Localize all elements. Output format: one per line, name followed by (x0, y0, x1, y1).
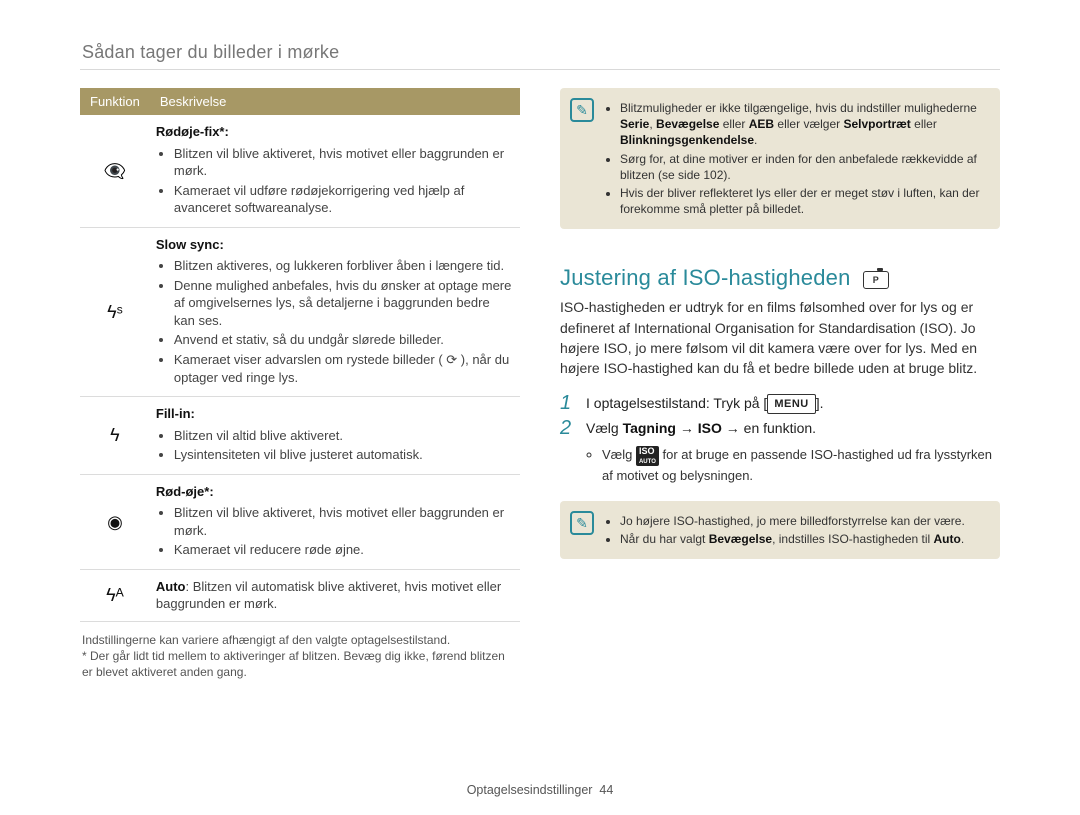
function-heading: Rød-øje*: (156, 484, 214, 499)
function-heading: Fill-in: (156, 406, 195, 421)
function-description: Slow sync: Blitzen aktiveres, og lukkeren… (150, 227, 520, 396)
function-icon: ϟ (80, 397, 150, 475)
step-bold: Tagning (623, 420, 676, 436)
divider (80, 69, 1000, 70)
table-row: ϟᴬAuto: Blitzen vil automatisk blive akt… (80, 569, 520, 621)
procedure-steps: 1 I optagelsestilstand: Tryk på [MENU]. … (560, 393, 1000, 488)
function-heading: Rødøje-fix*: (156, 124, 229, 139)
table-row: ϟ Fill-in: Blitzen vil altid blive aktiver… (80, 397, 520, 475)
info-item: Hvis der bliver reflekteret lys eller de… (620, 185, 986, 217)
footnote-line: * Der går lidt tid mellem to aktiveringe… (82, 648, 518, 680)
content-columns: Funktion Beskrivelse 👁️‍🗨️ Rødøje-fix*: Bl… (80, 88, 1000, 681)
table-row: ϟˢ Slow sync: Blitzen aktiveres, og lukker… (80, 227, 520, 396)
step-2: 2 Vælg Tagning → ISO → en funktion. Vælg… (560, 418, 1000, 487)
table-row: 👁️‍🗨️ Rødøje-fix*: Blitzen vil blive aktiv… (80, 115, 520, 227)
right-column: ✎ Blitzmuligheder er ikke tilgængelige, … (560, 88, 1000, 681)
step-1: 1 I optagelsestilstand: Tryk på [MENU]. (560, 393, 1000, 415)
function-bullet: Blitzen vil blive aktiveret, hvis motive… (174, 504, 514, 539)
info-item: Sørg for, at dine motiver er inden for d… (620, 151, 986, 183)
function-bullets: Blitzen vil blive aktiveret, hvis motive… (156, 504, 514, 559)
function-bullet: Denne mulighed anbefales, hvis du ønsker… (174, 277, 514, 330)
function-bullets: Blitzen vil blive aktiveret, hvis motive… (156, 145, 514, 217)
step-number: 2 (560, 418, 582, 439)
function-description: Auto: Blitzen vil automatisk blive aktiv… (150, 569, 520, 621)
left-column: Funktion Beskrivelse 👁️‍🗨️ Rødøje-fix*: Bl… (80, 88, 520, 681)
function-bullet: Kameraet viser advarslen om rystede bill… (174, 351, 514, 386)
camera-mode-icon (863, 271, 889, 289)
function-description: Rødøje-fix*: Blitzen vil blive aktiveret,… (150, 115, 520, 227)
info-list: Blitzmuligheder er ikke tilgængelige, hv… (604, 100, 986, 217)
table-header-function: Funktion (80, 88, 150, 115)
step-bold: ISO (698, 420, 722, 436)
function-bullet: Kameraet vil reducere røde øjne. (174, 541, 514, 559)
function-description: Rød-øje*: Blitzen vil blive aktiveret, hv… (150, 474, 520, 569)
step-text: I optagelsestilstand: Tryk på [ (586, 395, 767, 411)
info-icon: ✎ (570, 511, 594, 535)
substep-text: Vælg (602, 447, 636, 462)
step-arrow: → (676, 420, 698, 436)
info-box-iso: ✎ Jo højere ISO-hastighed, jo mere bille… (560, 501, 1000, 559)
substeps: Vælg ISOAUTO for at bruge en passende IS… (586, 443, 1000, 487)
info-item: Blitzmuligheder er ikke tilgængelige, hv… (620, 100, 986, 149)
section-heading-iso: Justering af ISO-hastigheden (560, 265, 1000, 291)
page-footer: Optagelsesindstillinger 44 (0, 783, 1080, 797)
iso-auto-icon: ISOAUTO (636, 446, 659, 466)
function-text: : Blitzen vil automatisk blive aktiveret… (156, 579, 501, 612)
function-bullet: Kameraet vil udføre rødøjekorrigering ve… (174, 182, 514, 217)
function-bullet: Blitzen vil blive aktiveret, hvis motive… (174, 145, 514, 180)
function-heading: Slow sync: (156, 237, 224, 252)
manual-page: Sådan tager du billeder i mørke Funktion… (0, 0, 1080, 815)
function-icon: ϟᴬ (80, 569, 150, 621)
function-bullets: Blitzen aktiveres, og lukkeren forbliver… (156, 257, 514, 386)
function-icon: ϟˢ (80, 227, 150, 396)
function-bullet: Blitzen aktiveres, og lukkeren forbliver… (174, 257, 514, 275)
function-heading: Auto (156, 579, 186, 594)
function-bullets: Blitzen vil altid blive aktiveret.Lysint… (156, 427, 514, 464)
step-number: 1 (560, 393, 582, 413)
function-bullet: Blitzen vil altid blive aktiveret. (174, 427, 514, 445)
info-box-flash: ✎ Blitzmuligheder er ikke tilgængelige, … (560, 88, 1000, 229)
function-icon: 👁️‍🗨️ (80, 115, 150, 227)
section-title: Justering af ISO-hastigheden (560, 265, 851, 290)
step-text: ]. (816, 395, 824, 411)
function-icon: ◉ (80, 474, 150, 569)
info-icon: ✎ (570, 98, 594, 122)
footer-section: Optagelsesindstillinger (467, 783, 593, 797)
info-item: Når du har valgt Bevægelse, indstilles I… (620, 531, 986, 547)
info-list: Jo højere ISO-hastighed, jo mere billedf… (604, 513, 986, 547)
info-item: Jo højere ISO-hastighed, jo mere billedf… (620, 513, 986, 529)
section-paragraph: ISO-hastigheden er udtryk for en films f… (560, 297, 1000, 378)
substep-text: for at bruge en passende ISO-hastighed u… (602, 447, 992, 483)
menu-button-chip: MENU (767, 394, 815, 415)
function-bullet: Anvend et stativ, så du undgår slørede b… (174, 331, 514, 349)
substep: Vælg ISOAUTO for at bruge en passende IS… (602, 445, 1000, 485)
breadcrumb: Sådan tager du billeder i mørke (82, 42, 1000, 63)
step-text: Vælg (586, 420, 623, 436)
table-row: ◉ Rød-øje*: Blitzen vil blive aktiveret, h… (80, 474, 520, 569)
footer-page-number: 44 (599, 783, 613, 797)
table-header-description: Beskrivelse (150, 88, 520, 115)
function-bullet: Lysintensiteten vil blive justeret autom… (174, 446, 514, 464)
flash-options-table: Funktion Beskrivelse 👁️‍🗨️ Rødøje-fix*: Bl… (80, 88, 520, 622)
function-description: Fill-in: Blitzen vil altid blive aktivere… (150, 397, 520, 475)
footnote-line: Indstillingerne kan variere afhængigt af… (82, 632, 518, 648)
step-text: → en funktion. (722, 420, 816, 436)
footnote: Indstillingerne kan variere afhængigt af… (82, 632, 518, 681)
